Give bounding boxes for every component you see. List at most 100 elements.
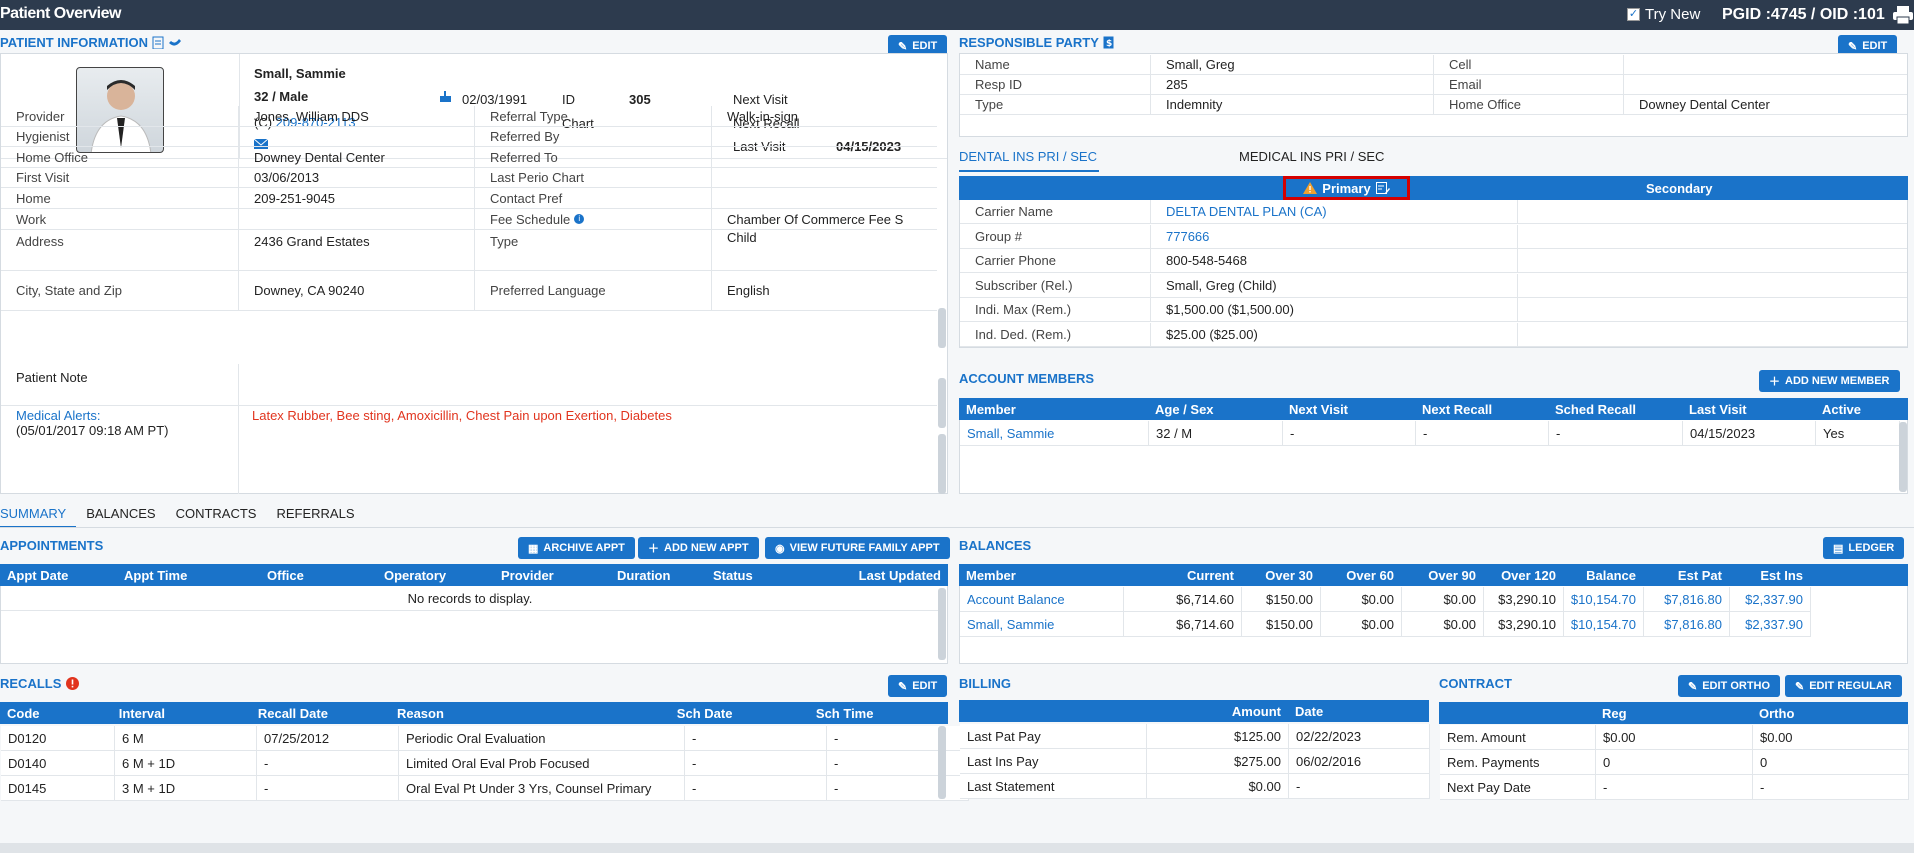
insurance-value[interactable]: 777666	[1151, 224, 1518, 248]
column-header[interactable]: Sch Time	[809, 706, 948, 721]
table-cell: $6,714.60	[1124, 587, 1242, 611]
table-cell[interactable]: Small, Sammie	[960, 421, 1149, 445]
table-row[interactable]: Next Pay Date - -	[1440, 775, 1909, 800]
archive-appt-button[interactable]: ▦ ARCHIVE APPT	[518, 537, 635, 559]
column-header[interactable]: Next Visit	[1282, 402, 1415, 417]
column-header[interactable]: Appt Time	[117, 568, 260, 583]
scrollbar[interactable]	[938, 378, 946, 428]
table-row[interactable]: D0140 6 M + 1D - Limited Oral Eval Prob Foc…	[1, 751, 969, 776]
scrollbar[interactable]	[938, 588, 946, 660]
column-header[interactable]: Balance	[1563, 568, 1643, 583]
tab-referrals[interactable]: REFERRALS	[276, 506, 364, 528]
table-cell: 02/22/2023	[1289, 724, 1430, 748]
edit-ortho-button[interactable]: ✎ EDIT ORTHO	[1678, 675, 1781, 697]
table-cell[interactable]: $10,154.70	[1564, 612, 1644, 636]
column-header[interactable]: Interval	[112, 706, 251, 721]
column-header[interactable]: Operatory	[377, 568, 494, 583]
table-row[interactable]: Small, Sammie $6,714.60 $150.00 $0.00 $0.00 $…	[960, 612, 1811, 637]
column-header[interactable]: Duration	[610, 568, 706, 583]
column-header[interactable]: Over 90	[1401, 568, 1483, 583]
column-header[interactable]: Est Ins	[1729, 568, 1810, 583]
patient-note-value[interactable]	[239, 364, 937, 405]
tooth-brush-icon[interactable]	[168, 37, 182, 49]
column-header[interactable]: Recall Date	[251, 706, 390, 721]
column-header[interactable]: Member	[959, 568, 1123, 583]
ledger-button[interactable]: ▤ LEDGER	[1823, 537, 1905, 559]
table-cell[interactable]: $10,154.70	[1564, 587, 1644, 611]
dollar-document-icon[interactable]: $	[1103, 36, 1114, 49]
detail-value	[239, 127, 475, 146]
table-row[interactable]: D0120 6 M 07/25/2012 Periodic Oral Evaluati…	[1, 726, 969, 751]
column-header[interactable]: Reg	[1595, 706, 1752, 721]
scrollbar[interactable]	[1899, 422, 1907, 492]
table-cell[interactable]: Small, Sammie	[960, 612, 1124, 636]
column-header[interactable]: Office	[260, 568, 377, 583]
checkbox-checked-icon[interactable]: ✓	[1627, 8, 1640, 21]
scrollbar[interactable]	[938, 434, 946, 494]
try-new-toggle[interactable]: ✓ Try New	[1627, 6, 1700, 23]
primary-insurance-tab[interactable]: Primary	[1283, 176, 1410, 200]
column-header[interactable]: Sched Recall	[1548, 402, 1682, 417]
table-cell[interactable]: $2,337.90	[1730, 612, 1811, 636]
table-cell[interactable]: Account Balance	[960, 587, 1124, 611]
tab-balances[interactable]: BALANCES	[86, 506, 165, 528]
column-header[interactable]: Over 120	[1483, 568, 1563, 583]
column-header[interactable]: Last Updated	[816, 568, 948, 583]
table-row[interactable]: Rem. Amount $0.00 $0.00	[1440, 725, 1909, 750]
printer-icon[interactable]	[1892, 4, 1914, 26]
warning-icon[interactable]	[1303, 182, 1318, 194]
tab-dental-ins[interactable]: DENTAL INS PRI / SEC	[959, 149, 1099, 172]
patient-dob: 02/03/1991	[462, 92, 528, 107]
column-header[interactable]: Ortho	[1752, 706, 1908, 721]
column-header[interactable]: Sch Date	[670, 706, 809, 721]
scrollbar[interactable]	[938, 308, 946, 348]
column-header[interactable]: Amount	[1146, 704, 1288, 719]
detail-label: Home	[1, 188, 239, 208]
table-cell[interactable]: $7,816.80	[1644, 612, 1730, 636]
column-header[interactable]: Appt Date	[0, 568, 117, 583]
column-header[interactable]: Provider	[494, 568, 610, 583]
edit-regular-button[interactable]: ✎ EDIT REGULAR	[1785, 675, 1902, 697]
edit-card-icon[interactable]	[1375, 182, 1390, 194]
table-cell[interactable]: $7,816.80	[1644, 587, 1730, 611]
next-visit-label: Next Visit	[733, 92, 788, 107]
alert-icon[interactable]	[66, 677, 80, 690]
info-icon[interactable]: i	[574, 214, 585, 224]
recalls-edit-button[interactable]: ✎ EDIT	[888, 675, 948, 697]
scrollbar[interactable]	[938, 726, 946, 799]
column-header[interactable]: Status	[706, 568, 816, 583]
table-row[interactable]: Small, Sammie 32 / M - - -04/15/2023 Yes	[960, 421, 1900, 446]
column-header[interactable]: Date	[1288, 704, 1429, 719]
tab-contracts[interactable]: CONTRACTS	[176, 506, 267, 528]
tab-medical-ins[interactable]: MEDICAL INS PRI / SEC	[1239, 149, 1384, 172]
table-row[interactable]: Last Pat Pay $125.00 02/22/2023	[960, 724, 1430, 749]
table-row[interactable]: D0145 3 M + 1D - Oral Eval Pt Under 3 Yrs, …	[1, 776, 969, 801]
column-header[interactable]: Est Pat	[1643, 568, 1729, 583]
column-header[interactable]: Age / Sex	[1148, 402, 1282, 417]
clipboard-icon[interactable]	[152, 36, 164, 49]
column-header[interactable]: Over 30	[1241, 568, 1320, 583]
try-new-label: Try New	[1645, 6, 1701, 23]
secondary-insurance-tab[interactable]: Secondary	[1646, 181, 1712, 196]
medical-alerts-label[interactable]: Medical Alerts:	[16, 408, 223, 423]
responsible-party-title: RESPONSIBLE PARTY	[959, 35, 1099, 50]
column-header[interactable]: Active	[1815, 402, 1899, 417]
add-new-appt-button[interactable]: ＋ ADD NEW APPT	[638, 537, 759, 559]
column-header[interactable]: Next Recall	[1415, 402, 1548, 417]
detail-value: English	[727, 283, 770, 298]
column-header[interactable]: Over 60	[1320, 568, 1401, 583]
view-future-family-appt-button[interactable]: ◉ VIEW FUTURE FAMILY APPT	[765, 537, 950, 559]
tab-summary[interactable]: SUMMARY	[0, 506, 77, 528]
add-new-member-button[interactable]: ＋ ADD NEW MEMBER	[1759, 370, 1900, 392]
column-header[interactable]: Reason	[390, 706, 670, 721]
table-row[interactable]: Rem. Payments 0 0	[1440, 750, 1909, 775]
table-row[interactable]: Last Statement $0.00-	[960, 774, 1430, 799]
table-row[interactable]: Account Balance $6,714.60 $150.00 $0.00 $0.0…	[960, 587, 1811, 612]
column-header[interactable]: Current	[1123, 568, 1241, 583]
table-row[interactable]: Last Ins Pay $275.00 06/02/2016	[960, 749, 1430, 774]
column-header[interactable]: Last Visit	[1682, 402, 1815, 417]
column-header[interactable]: Member	[959, 402, 1148, 417]
insurance-value[interactable]: DELTA DENTAL PLAN (CA)	[1151, 200, 1518, 223]
table-cell[interactable]: $2,337.90	[1730, 587, 1811, 611]
column-header[interactable]: Code	[0, 706, 112, 721]
